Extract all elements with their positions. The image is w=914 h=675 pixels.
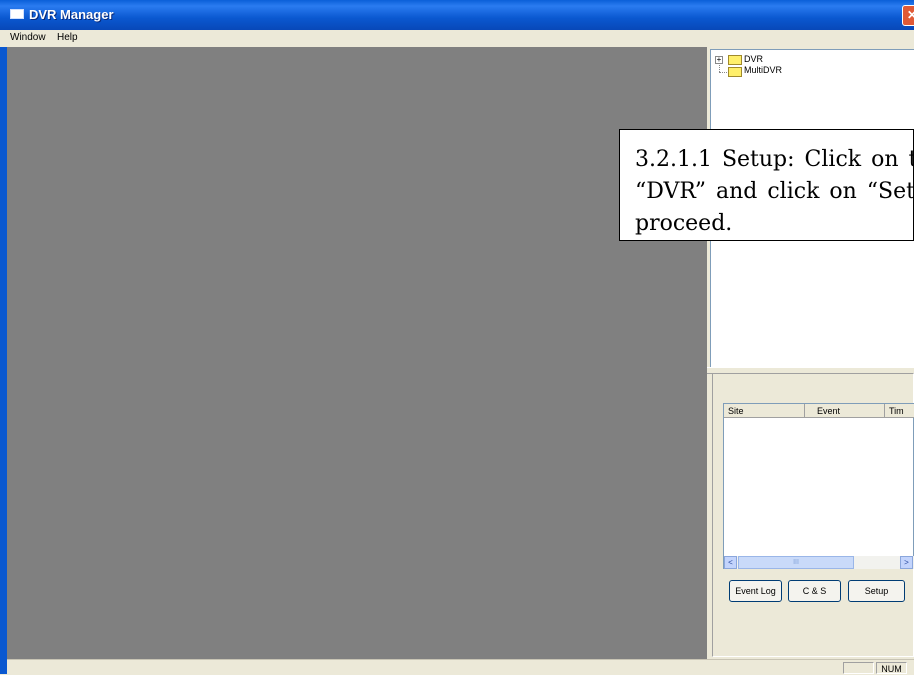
menu-window[interactable]: Window [10, 32, 46, 43]
folder-icon [728, 55, 742, 65]
app-window-icon [10, 9, 24, 19]
close-icon: ✕ [907, 8, 914, 22]
column-header-site[interactable]: Site [724, 404, 805, 418]
status-num-indicator: NUM [876, 662, 907, 674]
status-pane-empty [843, 662, 874, 674]
menu-help[interactable]: Help [57, 32, 78, 43]
window-title: DVR Manager [29, 7, 114, 22]
scroll-right-button[interactable]: > [900, 556, 913, 569]
event-list[interactable]: Site Event Tim [723, 403, 914, 569]
tree-expand-toggle[interactable]: + [715, 56, 723, 64]
window-left-border [0, 47, 7, 674]
tree-connector [719, 72, 727, 73]
scroll-left-button[interactable]: < [724, 556, 737, 569]
event-log-button[interactable]: Event Log [729, 580, 782, 602]
callout-text: 3.2.1.1 Setup: Click on the folder, “DVR… [635, 147, 913, 236]
tree-item-multidvr[interactable]: MultiDVR [744, 64, 782, 76]
cs-button[interactable]: C & S [788, 580, 841, 602]
column-header-time[interactable]: Tim [885, 404, 914, 418]
scroll-thumb[interactable]: III [738, 556, 854, 569]
mdi-client-area [7, 47, 707, 659]
instruction-callout: 3.2.1.1 Setup: Click on the folder, “DVR… [619, 129, 914, 241]
status-bar: NUM [7, 659, 914, 675]
column-header-event[interactable]: Event [805, 404, 885, 418]
setup-button[interactable]: Setup [848, 580, 905, 602]
menu-bar: Window Help [0, 30, 914, 47]
title-bar: DVR Manager ✕ [0, 0, 914, 30]
close-button[interactable]: ✕ [902, 5, 914, 26]
horizontal-scrollbar[interactable]: < III > [724, 556, 914, 569]
folder-icon [728, 67, 742, 77]
